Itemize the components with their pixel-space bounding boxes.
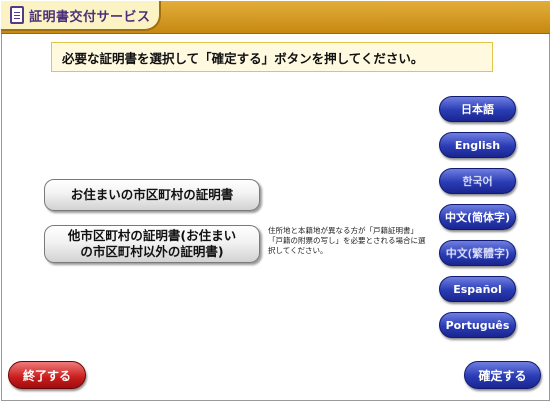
language-label: 日本語 [461, 103, 494, 116]
instruction-text: 必要な証明書を選択して「確定する」ボタンを押してください。 [62, 50, 424, 66]
instruction-banner: 必要な証明書を選択して「確定する」ボタンを押してください。 [51, 42, 493, 72]
language-label: 中文(简体字) [444, 211, 511, 224]
language-label: 한국어 [462, 175, 493, 188]
language-label: Español [453, 282, 502, 296]
other-municipality-certificate-button[interactable]: 他市区町村の証明書(お住まい の市区町村以外の証明書) [44, 225, 260, 263]
language-label: English [454, 138, 501, 152]
confirm-button[interactable]: 確定する [464, 361, 541, 389]
other-certificate-label: 他市区町村の証明書(お住まい の市区町村以外の証明書) [67, 228, 237, 259]
language-button-chinese-traditional[interactable]: 中文(繁體字) [439, 240, 516, 266]
home-municipality-certificate-button[interactable]: お住まいの市区町村の証明書 [44, 179, 260, 211]
language-button-japanese[interactable]: 日本語 [439, 96, 516, 122]
language-label: 中文(繁體字) [445, 247, 510, 260]
document-icon [10, 6, 24, 24]
end-button-label: 終了する [22, 368, 71, 383]
language-button-chinese-simplified[interactable]: 中文(简体字) [439, 204, 516, 230]
language-button-english[interactable]: English [439, 132, 516, 158]
language-label: Português [445, 318, 510, 332]
page-title: 証明書交付サービス [29, 9, 151, 25]
title-tab: 証明書交付サービス [1, 1, 161, 31]
confirm-button-label: 確定する [478, 368, 527, 383]
language-button-portuguese[interactable]: Português [439, 312, 516, 338]
other-certificate-note: 住所地と本籍地が異なる方が「戸籍証明書」「戸籍の附票の写し」を必要とされる場合に… [268, 226, 426, 255]
language-button-spanish[interactable]: Español [439, 276, 516, 302]
home-certificate-label: お住まいの市区町村の証明書 [70, 187, 234, 202]
end-button[interactable]: 終了する [8, 361, 86, 389]
language-button-korean[interactable]: 한국어 [439, 168, 516, 194]
